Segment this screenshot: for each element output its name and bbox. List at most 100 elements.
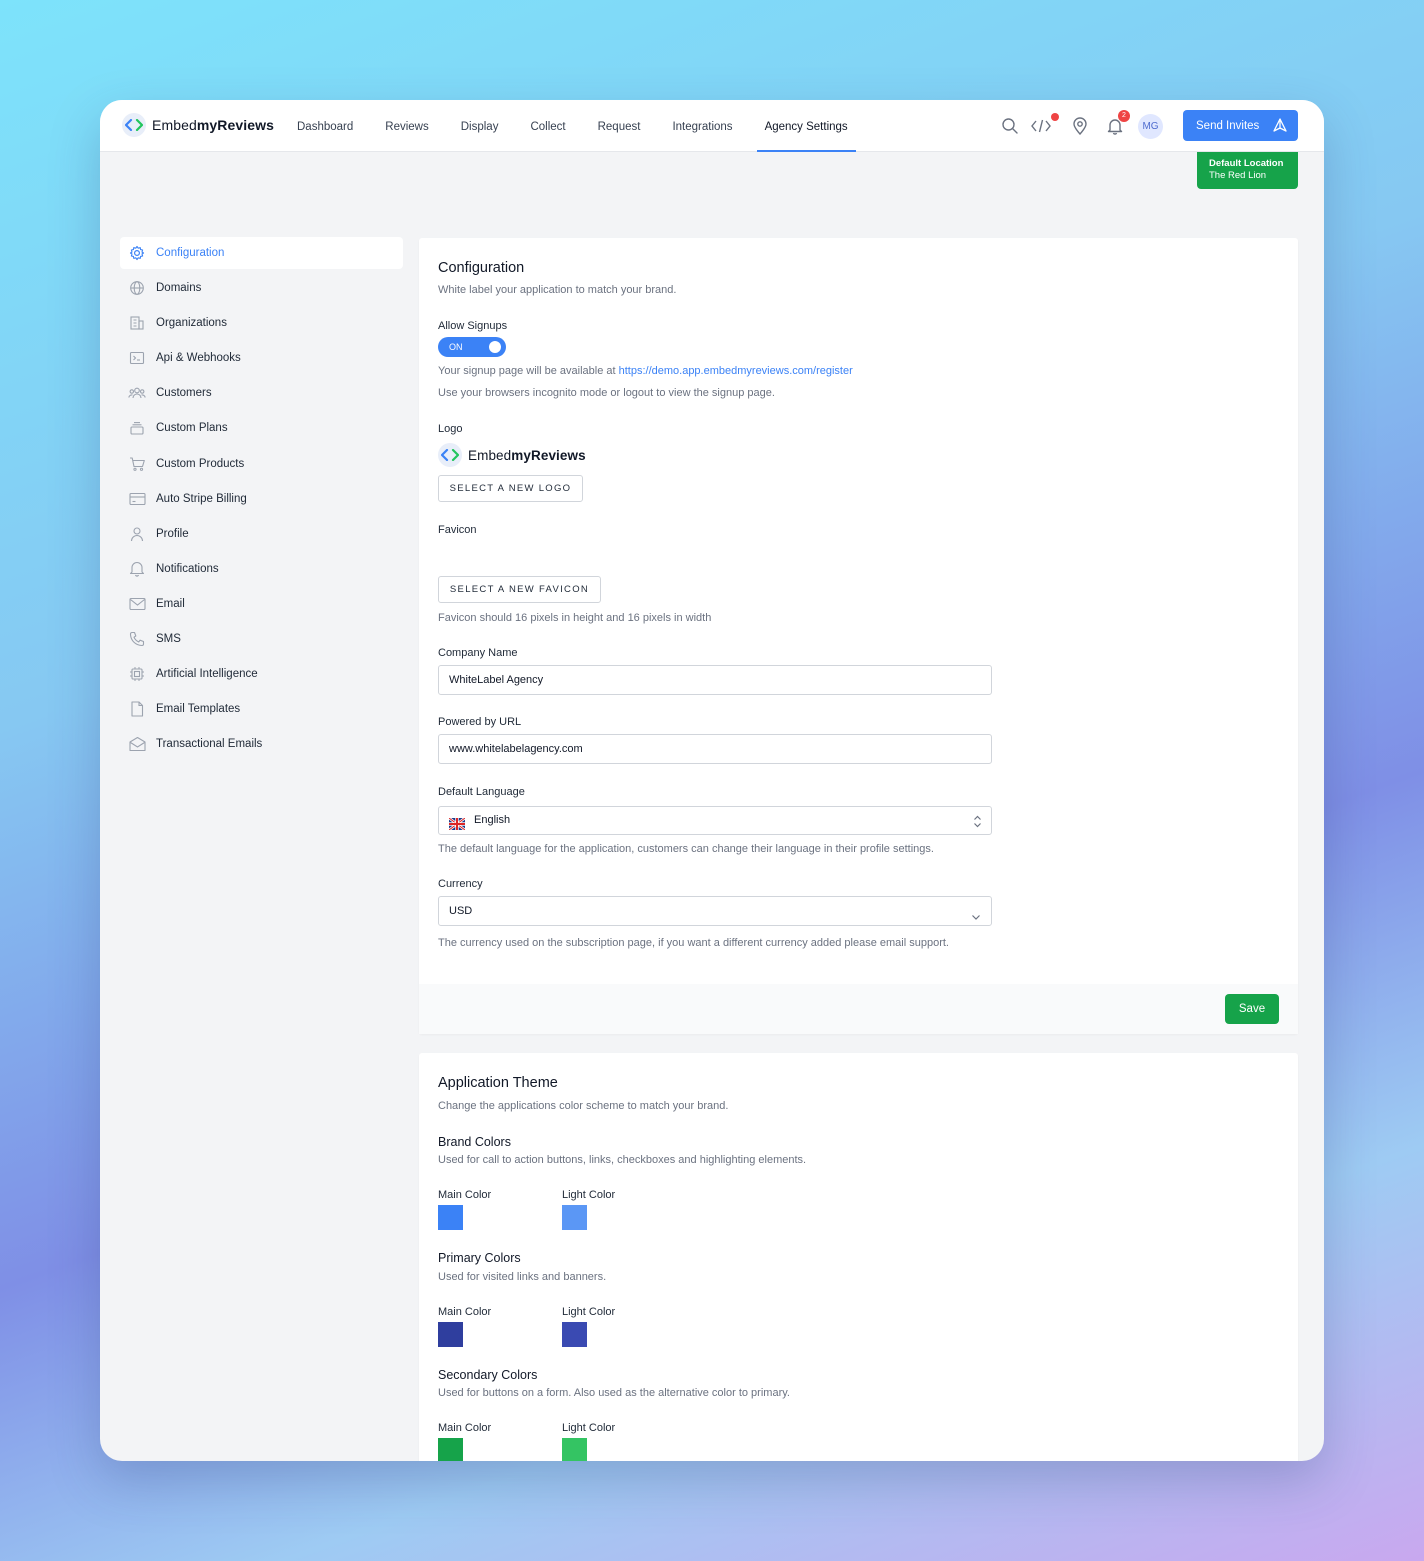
save-button[interactable]: Save — [1225, 994, 1279, 1024]
code-brackets-icon — [438, 443, 462, 467]
brand-main-color-swatch[interactable] — [438, 1205, 463, 1230]
location-pin-icon[interactable] — [1069, 115, 1091, 137]
secondary-colors-title: Secondary Colors — [438, 1368, 538, 1382]
embed-code-icon[interactable] — [1030, 113, 1059, 137]
gear-icon — [128, 244, 146, 262]
chip-icon — [128, 665, 146, 683]
signup-text: Your signup page will be available at — [438, 365, 619, 377]
send-invites-button[interactable]: Send Invites — [1183, 110, 1298, 141]
powered-by-input[interactable]: www.whitelabelagency.com — [438, 734, 992, 764]
toggle-knob — [489, 341, 501, 353]
sidebar-item-transactional-emails[interactable]: Transactional Emails — [120, 728, 403, 760]
sidebar-item-label: SMS — [156, 633, 181, 646]
globe-icon — [128, 279, 146, 297]
sidebar-item-custom-products[interactable]: Custom Products — [120, 448, 403, 480]
primary-light-color-swatch[interactable] — [562, 1322, 587, 1347]
currency-select[interactable]: USD — [438, 896, 992, 926]
company-name-input[interactable]: WhiteLabel Agency — [438, 665, 992, 695]
currency-hint: The currency used on the subscription pa… — [438, 937, 949, 949]
sidebar-item-label: Profile — [156, 527, 189, 540]
nav-reviews[interactable]: Reviews — [369, 100, 444, 152]
sidebar-item-customers[interactable]: Customers — [120, 377, 403, 409]
stack-icon — [128, 419, 146, 437]
language-hint: The default language for the application… — [438, 843, 934, 855]
brand-light-color-swatch[interactable] — [562, 1205, 587, 1230]
primary-colors-desc: Used for visited links and banners. — [438, 1271, 607, 1283]
logo-preview: EmbedmyReviews — [438, 443, 586, 467]
select-favicon-button[interactable]: SELECT A NEW FAVICON — [438, 576, 601, 603]
signup-url-link[interactable]: https://demo.app.embedmyreviews.com/regi… — [619, 365, 853, 377]
sidebar-item-label: Notifications — [156, 562, 219, 575]
bell-icon[interactable]: 2 — [1104, 110, 1130, 137]
main-nav: Dashboard Reviews Display Collect Reques… — [281, 100, 864, 152]
select-logo-button[interactable]: SELECT A NEW LOGO — [438, 475, 583, 502]
incognito-hint: Use your browsers incognito mode or logo… — [438, 387, 775, 399]
config-title: Configuration — [438, 260, 525, 276]
secondary-light-color-swatch[interactable] — [562, 1438, 587, 1461]
primary-main-color-swatch[interactable] — [438, 1322, 463, 1347]
nav-request[interactable]: Request — [582, 100, 657, 152]
chevron-up-down-icon — [973, 813, 982, 840]
brand-name: EmbedmyReviews — [152, 117, 275, 133]
search-icon[interactable] — [999, 115, 1021, 137]
default-language-select[interactable]: English — [438, 806, 992, 835]
sidebar-item-sms[interactable]: SMS — [120, 623, 403, 655]
secondary-main-color-swatch[interactable] — [438, 1438, 463, 1461]
nav-integrations[interactable]: Integrations — [656, 100, 748, 152]
secondary-colors-desc: Used for buttons on a form. Also used as… — [438, 1387, 790, 1399]
sidebar-item-organizations[interactable]: Organizations — [120, 307, 403, 339]
cart-icon — [128, 455, 146, 473]
nav-collect[interactable]: Collect — [514, 100, 581, 152]
brand-logo[interactable]: EmbedmyReviews — [122, 113, 274, 137]
sidebar-item-profile[interactable]: Profile — [120, 518, 403, 550]
nav-display[interactable]: Display — [445, 100, 515, 152]
sidebar-item-email-templates[interactable]: Email Templates — [120, 693, 403, 725]
notification-count-badge: 2 — [1118, 110, 1130, 122]
favicon-hint: Favicon should 16 pixels in height and 1… — [438, 612, 712, 624]
sidebar-item-label: Organizations — [156, 317, 227, 330]
logo-brand-name: EmbedmyReviews — [468, 447, 586, 463]
users-icon — [128, 384, 146, 402]
mail-icon — [128, 595, 146, 613]
location-label: Default Location — [1209, 158, 1284, 169]
sidebar-item-auto-stripe-billing[interactable]: Auto Stripe Billing — [120, 483, 403, 515]
primary-main-color-label: Main Color — [438, 1306, 492, 1318]
bell-icon — [128, 560, 146, 578]
sidebar-item-label: Email — [156, 597, 185, 610]
favicon-label: Favicon — [438, 524, 477, 536]
default-location-badge[interactable]: Default Location The Red Lion — [1197, 152, 1298, 189]
currency-label: Currency — [438, 878, 483, 890]
brand-main-color-label: Main Color — [438, 1189, 492, 1201]
building-icon — [128, 314, 146, 332]
powered-by-label: Powered by URL — [438, 716, 522, 728]
allow-signups-label: Allow Signups — [438, 320, 508, 332]
secondary-main-color-label: Main Color — [438, 1422, 492, 1434]
app-window: EmbedmyReviews Dashboard Reviews Display… — [100, 100, 1324, 1461]
sidebar-item-domains[interactable]: Domains — [120, 272, 403, 304]
logo-label: Logo — [438, 423, 463, 435]
phone-icon — [128, 630, 146, 648]
uk-flag-icon — [448, 814, 466, 841]
sidebar-item-configuration[interactable]: Configuration — [120, 237, 403, 269]
sidebar-item-label: Email Templates — [156, 703, 241, 716]
user-avatar[interactable]: MG — [1138, 114, 1163, 139]
theme-title: Application Theme — [438, 1075, 558, 1091]
status-dot — [1051, 113, 1059, 121]
sidebar-item-label: Auto Stripe Billing — [156, 492, 247, 505]
config-footer: Save — [419, 984, 1298, 1034]
terminal-icon — [128, 349, 146, 367]
toggle-state-label: ON — [449, 342, 463, 352]
sidebar-item-artificial-intelligence[interactable]: Artificial Intelligence — [120, 658, 403, 690]
top-navbar: EmbedmyReviews Dashboard Reviews Display… — [100, 100, 1324, 152]
sidebar-item-label: Artificial Intelligence — [156, 668, 258, 681]
allow-signups-toggle[interactable]: ON — [438, 337, 506, 357]
nav-dashboard[interactable]: Dashboard — [281, 100, 369, 152]
sidebar-item-notifications[interactable]: Notifications — [120, 553, 403, 585]
sidebar-item-custom-plans[interactable]: Custom Plans — [120, 412, 403, 444]
nav-agency-settings[interactable]: Agency Settings — [749, 100, 864, 152]
sidebar-item-label: Api & Webhooks — [156, 352, 241, 365]
sidebar-item-api-webhooks[interactable]: Api & Webhooks — [120, 342, 403, 374]
sidebar-item-email[interactable]: Email — [120, 588, 403, 620]
sidebar-item-label: Custom Plans — [156, 422, 228, 435]
signup-info-text: Your signup page will be available at ht… — [438, 365, 853, 377]
